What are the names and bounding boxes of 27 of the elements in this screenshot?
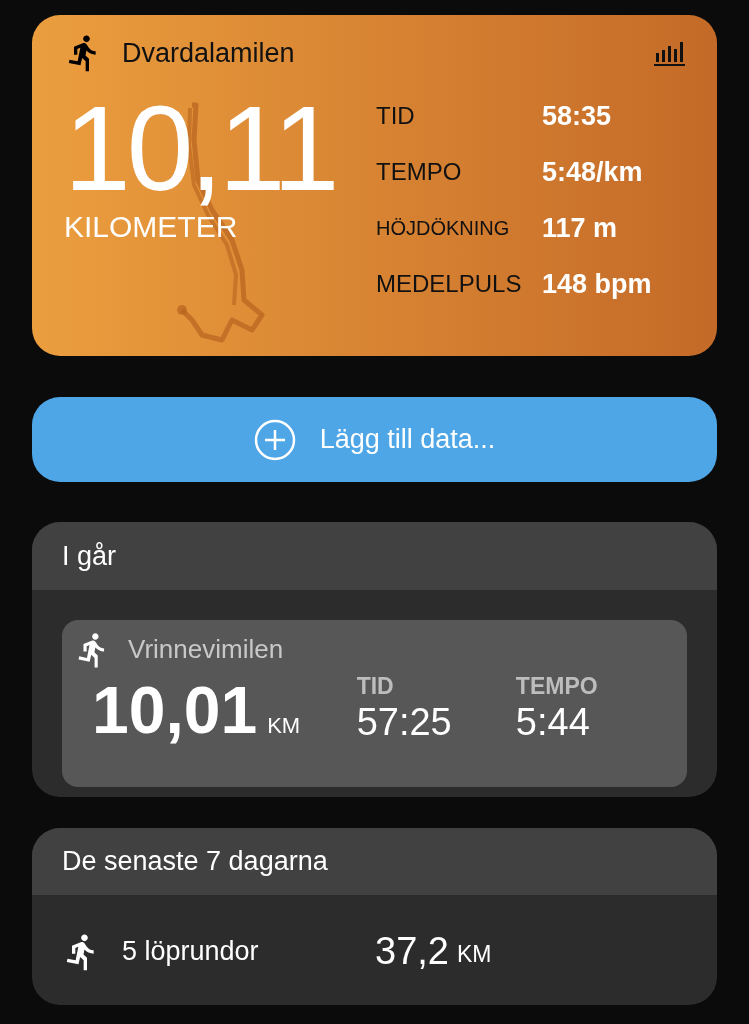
distance-unit: KM (267, 712, 301, 740)
section-header: De senaste 7 dagarna (62, 845, 328, 879)
stat-value: 57:25 (356, 700, 453, 745)
stat-value: 117 m (542, 211, 619, 245)
activity-title: Vrinnevimilen (128, 633, 284, 666)
distance-value: 37,2 (375, 929, 449, 974)
stat-label: TEMPO (376, 156, 463, 187)
stat-label: TEMPO (515, 673, 599, 699)
run-count: 5 löprundor (122, 935, 260, 969)
bar-chart-icon[interactable] (653, 39, 685, 68)
distance-unit: KILOMETER (64, 208, 239, 245)
stat-value: 5:44 (515, 700, 591, 745)
workout-title: Dvardalamilen (122, 37, 295, 70)
activity-card[interactable]: Vrinnevimilen 10,01 KM TID 57:25 TEMPO 5:44 (62, 620, 687, 787)
plus-circle-icon (253, 418, 296, 461)
stat-value: 148 bpm (542, 267, 652, 301)
distance-value: 10,01 (92, 675, 258, 745)
distance-unit: KM (456, 940, 492, 970)
stat-label: MEDELPULS (376, 268, 523, 299)
stat-label: TID (376, 100, 416, 131)
section-header: I går (62, 539, 117, 573)
stat-label: TID (356, 673, 395, 699)
stat-value: 58:35 (542, 99, 613, 133)
distance-value: 10,11 (64, 87, 337, 208)
stat-value: 5:48/km (542, 155, 644, 189)
stat-label: HÖJDÖKNING (376, 215, 511, 241)
workout-card[interactable]: Dvardalamilen 10,11 KILOMETER TID 58:35 TEMPO 5:48/km HÖJDÖKNING 117 m MEDELPULS 148 bpm (32, 15, 717, 356)
